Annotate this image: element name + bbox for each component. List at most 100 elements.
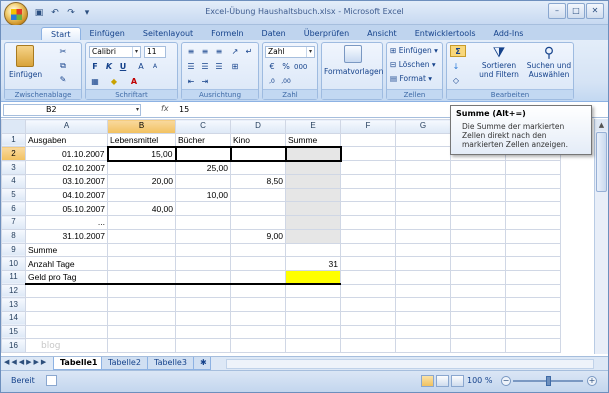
delete-cells-button[interactable]: ⊟ Löschen ▾ [390, 60, 436, 70]
cell[interactable] [505, 201, 561, 217]
cell[interactable] [340, 215, 396, 230]
cell[interactable] [450, 283, 506, 299]
cell[interactable] [230, 324, 286, 340]
row-header[interactable]: 1 [1, 132, 26, 148]
normal-view-icon[interactable] [421, 375, 434, 387]
cell[interactable] [450, 201, 506, 217]
cell[interactable]: Summe [285, 132, 341, 148]
row-header[interactable]: 2 [1, 146, 26, 162]
row-header[interactable]: 16 [1, 338, 26, 353]
cell[interactable] [395, 310, 451, 326]
cell[interactable] [230, 338, 286, 353]
cell[interactable] [395, 228, 451, 244]
align-center-icon[interactable]: ☰ [199, 61, 211, 73]
cell[interactable] [107, 242, 176, 258]
row-header[interactable]: 11 [1, 269, 26, 285]
cell[interactable] [505, 215, 561, 230]
cell[interactable] [175, 242, 231, 258]
grow-font-icon[interactable]: A [135, 61, 147, 73]
tab-addins[interactable]: Add-Ins [485, 27, 533, 40]
cell[interactable] [175, 269, 231, 286]
column-header[interactable]: D [230, 119, 286, 134]
cell[interactable] [505, 297, 561, 312]
cell[interactable] [285, 187, 341, 203]
cell[interactable] [230, 187, 286, 203]
align-top-icon[interactable]: ≡ [185, 46, 197, 58]
tab-review[interactable]: Überprüfen [295, 27, 358, 40]
cell[interactable]: 04.10.2007 [25, 187, 108, 203]
cell[interactable]: 05.10.2007 [25, 201, 108, 217]
cell[interactable] [340, 228, 396, 244]
cell[interactable] [340, 269, 396, 285]
cell[interactable] [505, 283, 561, 299]
cell[interactable]: ... [25, 215, 108, 230]
cell[interactable] [175, 324, 231, 340]
cell[interactable] [340, 283, 396, 299]
styles-button[interactable]: Formatvorlagen [324, 45, 383, 76]
cut-icon[interactable]: ✂ [57, 46, 69, 58]
sort-filter-button[interactable]: ⧩ Sortieren und Filtern [475, 45, 523, 79]
cell[interactable] [340, 187, 396, 203]
column-header[interactable]: C [175, 119, 231, 134]
cell[interactable] [285, 324, 341, 340]
cell[interactable] [285, 338, 341, 353]
cell[interactable] [107, 215, 176, 230]
cell[interactable] [107, 283, 176, 299]
increase-indent-icon[interactable]: ⇥ [199, 76, 211, 88]
bold-button[interactable]: F [89, 61, 101, 73]
tab-insert[interactable]: Einfügen [81, 27, 134, 40]
cell[interactable] [395, 338, 451, 353]
cell[interactable] [395, 132, 451, 148]
tab-data[interactable]: Daten [253, 27, 295, 40]
cell[interactable] [230, 310, 286, 326]
cell[interactable] [340, 338, 396, 353]
increase-decimal-icon[interactable]: ,0 [266, 76, 278, 88]
cell[interactable]: 9,00 [230, 228, 286, 244]
cell[interactable] [25, 324, 108, 340]
close-button[interactable]: ✕ [586, 3, 604, 19]
cell[interactable] [450, 256, 506, 271]
cell[interactable] [174, 145, 232, 162]
orientation-icon[interactable]: ↗ [229, 46, 241, 58]
cell[interactable] [340, 174, 396, 189]
cell[interactable] [505, 310, 561, 326]
cell[interactable]: 40,00 [107, 201, 176, 217]
find-select-button[interactable]: ⚲ Suchen und Auswählen [525, 45, 573, 79]
cell[interactable] [175, 256, 231, 271]
decrease-decimal-icon[interactable]: ,00 [280, 76, 292, 88]
tab-page-layout[interactable]: Seitenlayout [134, 27, 202, 40]
cell[interactable] [175, 174, 231, 189]
zoom-out-icon[interactable]: − [501, 376, 511, 386]
align-left-icon[interactable]: ☰ [185, 61, 197, 73]
cell[interactable]: Geld pro Tag [25, 269, 108, 286]
cell[interactable] [285, 160, 341, 176]
cell[interactable] [175, 215, 231, 230]
font-color-icon[interactable]: A [128, 76, 140, 88]
cell[interactable] [340, 146, 396, 162]
copy-icon[interactable]: ⧉ [57, 60, 69, 72]
row-header[interactable]: 10 [1, 256, 26, 271]
column-header[interactable]: F [340, 119, 396, 134]
cell[interactable] [395, 187, 451, 203]
fill-color-icon[interactable]: ◆ [108, 76, 120, 88]
align-bottom-icon[interactable]: ≡ [213, 46, 225, 58]
cell[interactable] [107, 297, 176, 312]
cell[interactable]: Bücher [175, 132, 231, 148]
cell[interactable] [340, 201, 396, 217]
cell[interactable] [107, 256, 176, 271]
row-header[interactable]: 9 [1, 242, 26, 258]
column-header[interactable]: B [107, 119, 176, 134]
cell[interactable] [285, 174, 341, 189]
cell[interactable] [395, 160, 451, 176]
cell[interactable] [450, 215, 506, 230]
cell[interactable] [175, 201, 231, 217]
cell[interactable] [107, 187, 176, 203]
font-name-select[interactable]: Calibri ▾ [89, 46, 141, 58]
thousands-icon[interactable]: 000 [294, 61, 307, 73]
sheet-tab-tabelle1[interactable]: Tabelle1 [53, 357, 105, 370]
sheet-tab-tabelle3[interactable]: Tabelle3 [147, 357, 194, 370]
cell[interactable] [230, 269, 286, 286]
cell[interactable] [340, 297, 396, 312]
cell[interactable] [505, 324, 561, 340]
horizontal-scrollbar[interactable] [226, 359, 594, 369]
